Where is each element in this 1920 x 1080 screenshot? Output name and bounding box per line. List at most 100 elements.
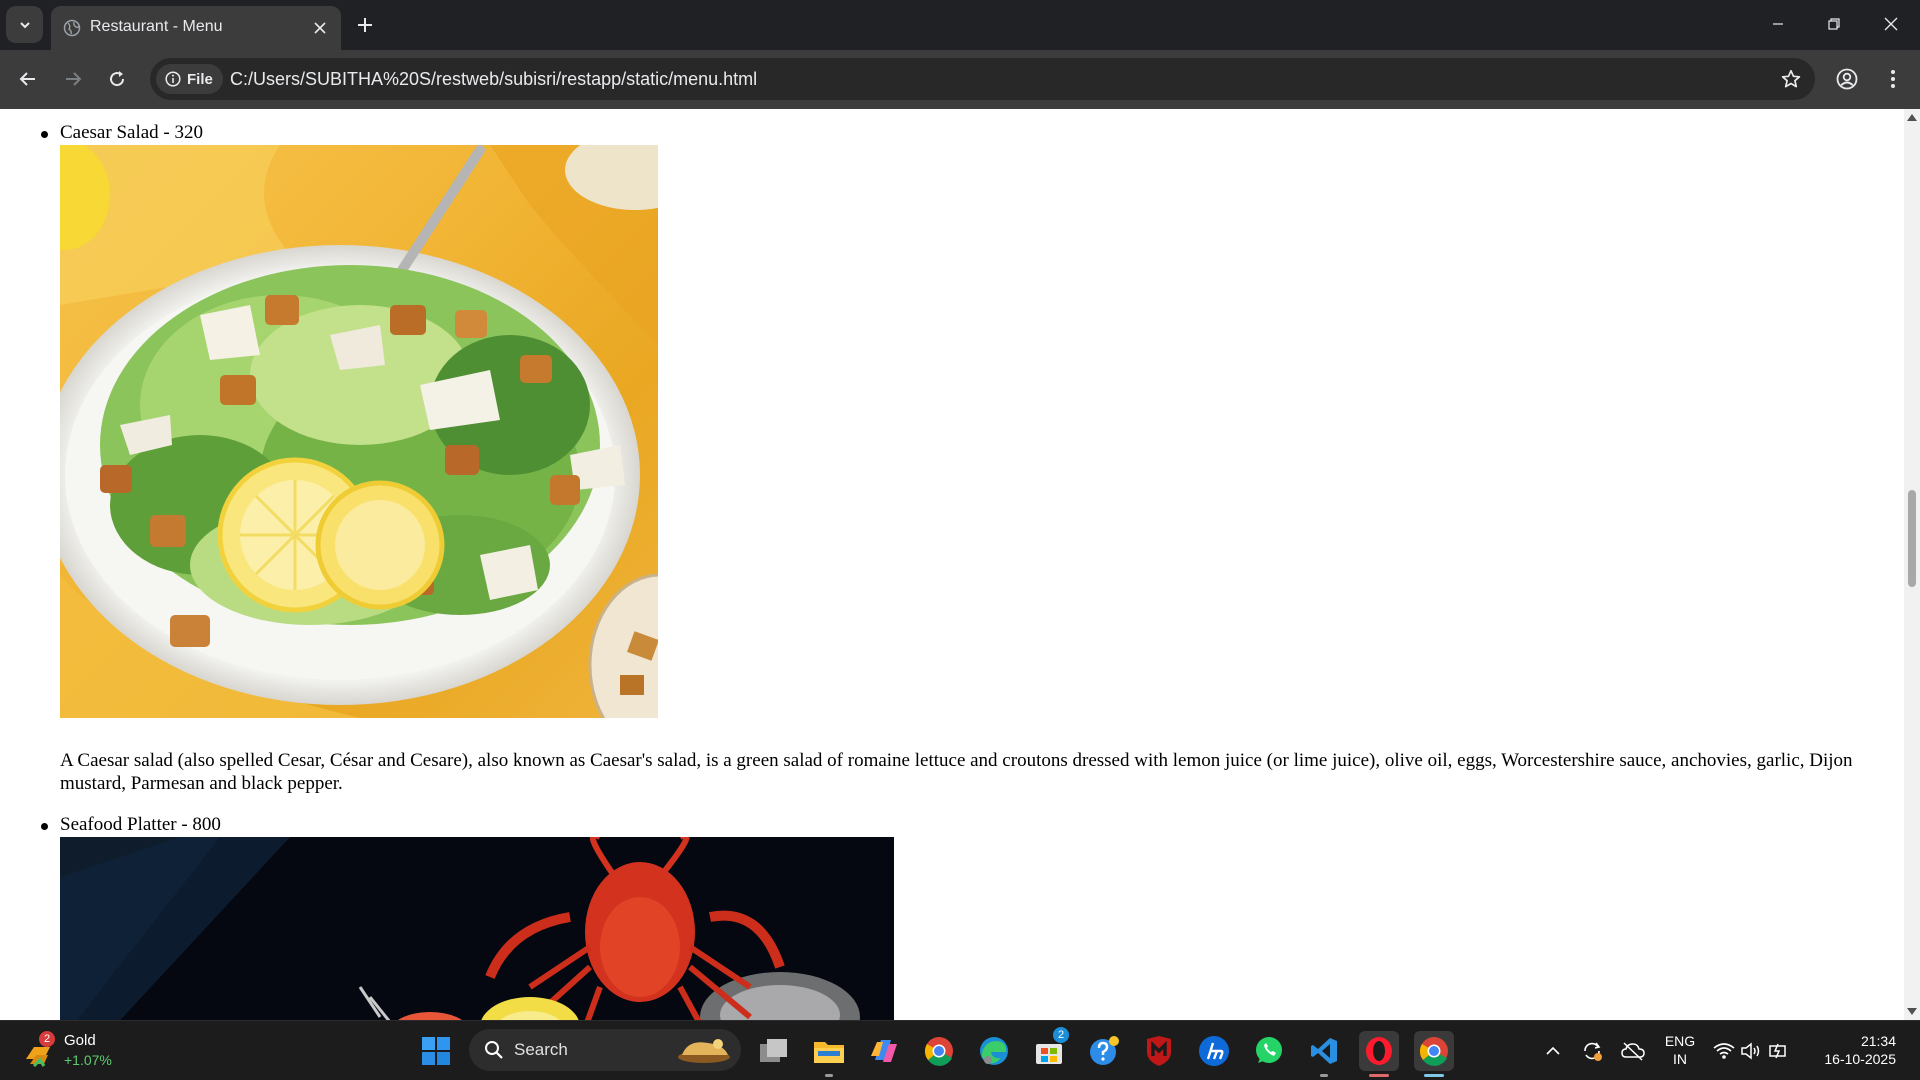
arrow-right-icon [66, 72, 82, 86]
task-view-icon [760, 1039, 787, 1062]
folder-icon [814, 1042, 844, 1063]
plus-icon [358, 18, 372, 32]
search-label: Search [514, 1040, 568, 1059]
new-tab-button[interactable] [352, 12, 378, 38]
close-tab-icon[interactable] [309, 17, 331, 39]
seafood-platter-image [60, 837, 894, 1020]
volume-icon [1741, 1042, 1760, 1060]
scroll-thumb[interactable] [1908, 490, 1916, 587]
hp-button[interactable] [1194, 1031, 1234, 1071]
widgets-button[interactable]: 2 Gold +1.07% [22, 1029, 132, 1073]
scroll-down-arrow-icon[interactable] [1907, 1008, 1917, 1016]
site-info-chip[interactable]: File [156, 64, 223, 94]
sync-tray-button[interactable] [1572, 1031, 1612, 1071]
more-menu-button[interactable] [1877, 63, 1909, 95]
url-text[interactable]: C:/Users/SUBITHA%20S/restweb/subisri/res… [230, 69, 757, 90]
tab-restaurant-menu[interactable]: Restaurant - Menu [51, 6, 341, 50]
language-indicator[interactable]: ENG IN [1660, 1032, 1700, 1068]
widget-change: +1.07% [64, 1052, 112, 1068]
menu-item-title: Seafood Platter - 800 [60, 814, 221, 835]
profile-button[interactable] [1831, 63, 1863, 95]
hp-logo-icon [1199, 1036, 1229, 1066]
caesar-salad-image [60, 145, 658, 718]
mcafee-button[interactable] [1139, 1031, 1179, 1071]
bookmark-star-icon[interactable] [1779, 67, 1803, 91]
opera-button[interactable] [1359, 1031, 1399, 1077]
clock-time: 21:34 [1860, 1033, 1896, 1049]
edge-icon [980, 1037, 1008, 1065]
region-code: IN [1673, 1051, 1687, 1067]
menu-item: Seafood Platter - 800 [41, 814, 1860, 1020]
copilot-icon [871, 1040, 897, 1062]
reload-icon [110, 71, 125, 87]
store-badge: 2 [1053, 1027, 1069, 1043]
profile-icon [1836, 68, 1858, 90]
list-bullet [41, 131, 48, 138]
network-volume-battery-button[interactable] [1707, 1031, 1797, 1071]
chevron-down-icon [19, 21, 30, 28]
chrome-icon [924, 1037, 953, 1066]
ms-store-button[interactable]: 2 [1029, 1027, 1069, 1071]
vscode-icon [1311, 1038, 1337, 1064]
scroll-up-arrow-icon[interactable] [1907, 113, 1917, 121]
battery-charging-icon [1769, 1043, 1786, 1059]
arrow-left-icon [19, 72, 35, 86]
clock[interactable]: 21:34 16-10-2025 [1810, 1032, 1910, 1068]
reload-button[interactable] [101, 63, 133, 95]
help-icon [1090, 1036, 1119, 1065]
windows-taskbar: 2 Gold +1.07% Search 2 ENG IN 21:34 16-1… [0, 1020, 1920, 1080]
onedrive-tray-button[interactable] [1613, 1031, 1653, 1071]
list-bullet [41, 823, 48, 830]
close-window-button[interactable] [1862, 0, 1920, 48]
menu-item-description: A Caesar salad (also spelled Cesar, Césa… [60, 750, 1853, 794]
windows-logo-icon [422, 1037, 450, 1065]
menu-item-title: Caesar Salad - 320 [60, 122, 203, 143]
globe-icon [63, 19, 81, 37]
menu-list: Caesar Salad - 320 A Caesar salad (also … [41, 122, 1860, 1020]
back-button[interactable] [12, 63, 44, 95]
close-icon [1884, 17, 1898, 31]
tab-title: Restaurant - Menu [90, 18, 223, 35]
get-help-button[interactable] [1084, 1031, 1124, 1071]
file-chip-label: File [187, 70, 213, 88]
whatsapp-button[interactable] [1249, 1031, 1289, 1071]
page-scrollbar[interactable] [1904, 109, 1920, 1020]
mcafee-shield-icon [1147, 1036, 1171, 1066]
language-code: ENG [1664, 1033, 1696, 1049]
whatsapp-icon [1256, 1037, 1282, 1063]
tab-strip: Restaurant - Menu [0, 0, 1920, 50]
chrome-active-button[interactable] [1414, 1031, 1454, 1077]
edge-button[interactable] [974, 1031, 1014, 1071]
taskbar-search[interactable]: Search [469, 1029, 741, 1071]
restore-button[interactable] [1805, 0, 1863, 48]
task-view-button[interactable] [754, 1031, 794, 1071]
clock-date: 16-10-2025 [1824, 1051, 1896, 1067]
opera-icon [1366, 1037, 1392, 1065]
more-vertical-icon [1891, 70, 1895, 88]
address-bar[interactable]: File C:/Users/SUBITHA%20S/restweb/subisr… [150, 58, 1815, 100]
vscode-button[interactable] [1304, 1031, 1344, 1077]
tab-search-button[interactable] [6, 6, 43, 43]
sync-icon [1584, 1042, 1602, 1061]
minimize-icon [1773, 23, 1783, 25]
search-icon [485, 1041, 503, 1059]
file-explorer-button[interactable] [809, 1031, 849, 1077]
info-icon [165, 71, 181, 87]
wifi-icon [1713, 1043, 1735, 1059]
chrome-button[interactable] [919, 1031, 959, 1071]
show-hidden-icons-button[interactable] [1533, 1031, 1573, 1071]
forward-button[interactable] [57, 63, 89, 95]
chevron-up-icon [1546, 1046, 1560, 1055]
restore-icon [1828, 18, 1840, 30]
minimize-button[interactable] [1749, 0, 1807, 48]
widgets-badge: 2 [39, 1031, 55, 1047]
browser-toolbar: File C:/Users/SUBITHA%20S/restweb/subisr… [0, 50, 1920, 109]
cloud-off-icon [1621, 1042, 1645, 1061]
start-button[interactable] [416, 1031, 456, 1071]
chrome-icon [1419, 1037, 1448, 1066]
copilot-button[interactable] [864, 1031, 904, 1071]
widget-title: Gold [64, 1032, 96, 1049]
menu-item: Caesar Salad - 320 A Caesar salad (also … [41, 122, 1860, 795]
search-highlight-icon [678, 1039, 730, 1063]
page-content: Caesar Salad - 320 A Caesar salad (also … [0, 109, 1904, 1020]
